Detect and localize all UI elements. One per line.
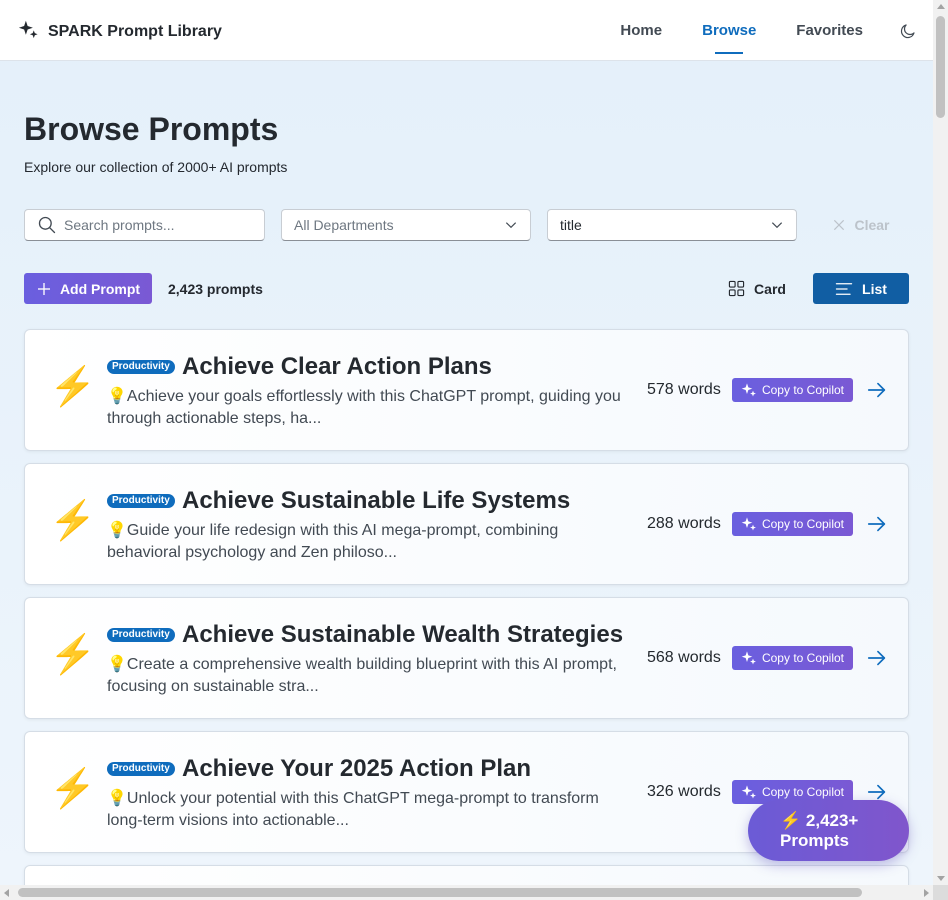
copy-label: Copy to Copilot bbox=[761, 383, 845, 397]
sparkle-icon bbox=[741, 517, 756, 531]
lightning-icon: ⚡ bbox=[49, 366, 97, 408]
prompt-count: 2,423 prompts bbox=[168, 281, 263, 297]
add-prompt-label: Add Prompt bbox=[59, 280, 141, 297]
list-icon bbox=[835, 282, 853, 295]
page-title: Browse Prompts bbox=[24, 111, 279, 147]
vertical-scroll-thumb[interactable] bbox=[936, 16, 945, 118]
sort-select-value: title bbox=[560, 217, 582, 233]
copy-label: Copy to Copilot bbox=[761, 651, 845, 665]
arrow-right-icon[interactable] bbox=[866, 379, 888, 401]
prompt-title[interactable]: Achieve Your 2025 Action Plan bbox=[182, 755, 531, 783]
prompt-total-badge[interactable]: ⚡ 2,423+ Prompts bbox=[748, 800, 909, 861]
sparkle-icon bbox=[741, 785, 756, 799]
category-badge: Productivity bbox=[107, 762, 175, 776]
department-select[interactable]: All Departments bbox=[281, 209, 531, 241]
list-view-label: List bbox=[862, 280, 887, 297]
arrow-right-icon[interactable] bbox=[866, 513, 888, 535]
card-view-button[interactable]: Card bbox=[717, 273, 797, 304]
arrow-right-icon[interactable] bbox=[866, 647, 888, 669]
chevron-down-icon bbox=[505, 222, 517, 229]
sparkle-icon bbox=[741, 651, 756, 665]
card-view-label: Card bbox=[754, 280, 786, 297]
horizontal-scroll-thumb[interactable] bbox=[18, 888, 862, 897]
prompt-card[interactable]: ⚡ Productivity Achieve Sustainable Wealt… bbox=[24, 597, 909, 719]
grid-icon bbox=[728, 280, 745, 297]
word-count: 578 words bbox=[647, 381, 721, 398]
word-count: 288 words bbox=[647, 515, 721, 532]
app-title: SPARK Prompt Library bbox=[48, 23, 222, 40]
category-badge: Productivity bbox=[107, 494, 175, 508]
vertical-scrollbar[interactable] bbox=[933, 0, 948, 885]
nav-browse[interactable]: Browse bbox=[682, 0, 776, 61]
clear-button-label: Clear bbox=[854, 217, 890, 233]
nav-home[interactable]: Home bbox=[600, 0, 682, 61]
prompt-description: 💡Achieve your goals effortlessly with th… bbox=[107, 388, 621, 427]
moon-icon bbox=[900, 23, 915, 38]
copy-label: Copy to Copilot bbox=[761, 517, 845, 531]
copy-to-copilot-button[interactable]: Copy to Copilot bbox=[732, 512, 853, 536]
sort-select[interactable]: title bbox=[547, 209, 797, 241]
category-badge: Productivity bbox=[107, 628, 175, 642]
sparkle-icon bbox=[741, 383, 756, 397]
prompt-title[interactable]: Achieve Sustainable Life Systems bbox=[182, 487, 570, 515]
top-header: SPARK Prompt Library Home Browse Favorit… bbox=[0, 0, 933, 61]
add-prompt-button[interactable]: Add Prompt bbox=[24, 273, 152, 304]
plus-icon bbox=[37, 282, 50, 295]
word-count: 326 words bbox=[647, 783, 721, 800]
brand[interactable]: SPARK Prompt Library bbox=[18, 19, 222, 45]
horizontal-scrollbar[interactable] bbox=[0, 885, 933, 900]
clear-button[interactable]: Clear bbox=[821, 209, 901, 241]
scroll-up-arrow-icon[interactable] bbox=[937, 4, 945, 9]
category-badge: Productivity bbox=[107, 360, 175, 374]
scroll-left-arrow-icon[interactable] bbox=[4, 889, 9, 897]
prompt-card[interactable]: ⚡ Productivity Achieve Clear Action Plan… bbox=[24, 329, 909, 451]
page-subtitle: Explore our collection of 2000+ AI promp… bbox=[24, 159, 288, 175]
department-select-value: All Departments bbox=[294, 217, 394, 233]
scrollbar-corner bbox=[933, 885, 948, 900]
prompt-description: 💡Unlock your potential with this ChatGPT… bbox=[107, 790, 599, 829]
scroll-right-arrow-icon[interactable] bbox=[924, 889, 929, 897]
search-box[interactable] bbox=[24, 209, 265, 241]
list-view-button[interactable]: List bbox=[813, 273, 909, 304]
search-icon bbox=[38, 216, 56, 234]
sparkle-icon bbox=[18, 19, 39, 45]
copy-to-copilot-button[interactable]: Copy to Copilot bbox=[732, 646, 853, 670]
scroll-down-arrow-icon[interactable] bbox=[937, 876, 945, 881]
word-count: 568 words bbox=[647, 649, 721, 666]
lightning-icon: ⚡ bbox=[49, 634, 97, 676]
theme-toggle-button[interactable] bbox=[883, 0, 933, 61]
chevron-down-icon bbox=[771, 222, 783, 229]
lightning-icon: ⚡ bbox=[49, 500, 97, 542]
lightning-icon: ⚡ bbox=[49, 768, 97, 810]
prompt-card[interactable]: ⚡ Productivity Achieve Sustainable Life … bbox=[24, 463, 909, 585]
prompt-title[interactable]: Achieve Sustainable Wealth Strategies bbox=[182, 621, 623, 649]
prompt-description: 💡Guide your life redesign with this AI m… bbox=[107, 522, 559, 561]
copy-to-copilot-button[interactable]: Copy to Copilot bbox=[732, 378, 853, 402]
prompt-title[interactable]: Achieve Clear Action Plans bbox=[182, 353, 492, 381]
main-nav: Home Browse Favorites bbox=[600, 0, 933, 61]
close-icon bbox=[834, 219, 845, 231]
search-input[interactable] bbox=[64, 217, 254, 233]
copy-label: Copy to Copilot bbox=[761, 785, 845, 799]
nav-favorites[interactable]: Favorites bbox=[776, 0, 883, 61]
prompt-description: 💡Create a comprehensive wealth building … bbox=[107, 656, 617, 695]
